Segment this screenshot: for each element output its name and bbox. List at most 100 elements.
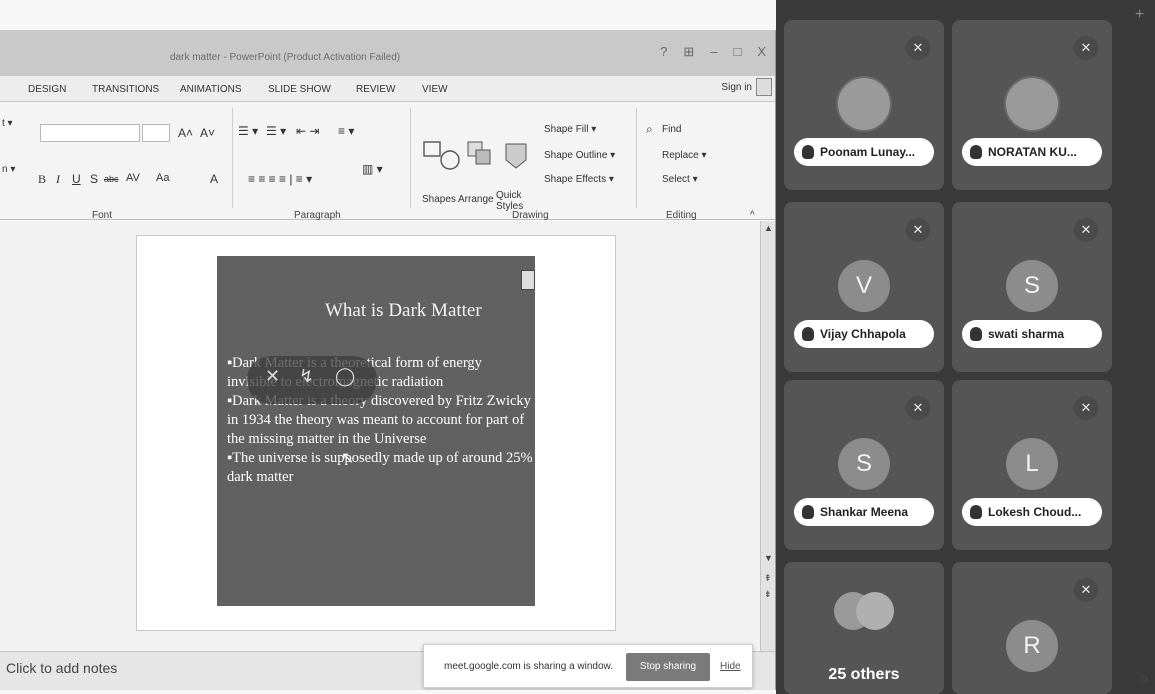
slide-title[interactable]: What is Dark Matter (325, 300, 482, 322)
slide-handle (521, 270, 535, 290)
person-icon (970, 505, 982, 519)
settings-icon[interactable]: ⚙ (1138, 672, 1149, 686)
find-icon: ⌕ (646, 122, 653, 136)
participant-tile[interactable]: ✕ V Vijay Chhapola (784, 202, 944, 372)
bold-button[interactable]: B (38, 172, 46, 187)
add-icon[interactable]: + (1135, 6, 1144, 24)
char-spacing-button[interactable]: AV (126, 172, 140, 184)
presenter-overlay[interactable]: ✕ ↯ ◯ (247, 356, 377, 404)
scroll-down-icon[interactable]: ▼ (764, 553, 773, 563)
tab-animations[interactable]: ANIMATIONS (180, 84, 241, 95)
participant-tile[interactable]: ✕ NORATAN KU... (952, 20, 1112, 190)
shadow-button[interactable]: S (90, 172, 98, 186)
help-icon[interactable]: ? (660, 44, 667, 60)
indent-icon[interactable]: ⇤ ⇥ (296, 124, 319, 138)
screen: dark matter - PowerPoint (Product Activa… (0, 0, 1155, 694)
name-chip: Shankar Meena (794, 498, 934, 526)
title-bar: dark matter - PowerPoint (Product Activa… (0, 30, 775, 76)
notes-placeholder[interactable]: Click to add notes (6, 660, 117, 676)
name-chip: Vijay Chhapola (794, 320, 934, 348)
shape-outline-button[interactable]: Shape Outline ▾ (544, 150, 615, 161)
tab-slide-show[interactable]: SLIDE SHOW (268, 84, 331, 95)
shape-fill-button[interactable]: Shape Fill ▾ (544, 124, 596, 135)
font-family-combo[interactable] (40, 124, 140, 142)
grow-font-icon[interactable]: A˄ (178, 126, 193, 140)
columns-icon[interactable]: ▥ ▾ (362, 162, 383, 176)
person-icon (970, 327, 982, 341)
avatar: R (1006, 620, 1058, 672)
stop-sharing-button[interactable]: Stop sharing (626, 653, 710, 681)
align-icons[interactable]: ≡ ≡ ≡ ≡ | ≡ ▾ (248, 172, 312, 186)
mic-off-icon: ✕ (906, 218, 930, 242)
shapes-gallery-icon[interactable] (420, 138, 468, 178)
tab-transitions[interactable]: TRANSITIONS (92, 84, 159, 95)
participant-tile[interactable]: ✕ R (952, 562, 1112, 694)
participant-name: Poonam Lunay... (820, 145, 916, 159)
minimize-icon[interactable]: – (710, 44, 717, 60)
participant-name: Vijay Chhapola (820, 327, 906, 341)
font-group-label: Font (92, 210, 113, 221)
close-icon[interactable]: X (757, 44, 766, 60)
participant-tile[interactable]: ✕ Poonam Lunay... (784, 20, 944, 190)
find-button[interactable]: Find (662, 124, 681, 135)
sign-in-link[interactable]: Sign in (721, 82, 752, 93)
tab-view[interactable]: VIEW (422, 84, 448, 95)
slide[interactable]: What is Dark Matter ▪Dark Matter is a th… (217, 256, 535, 606)
participant-tile[interactable]: ✕ L Lokesh Choud... (952, 380, 1112, 550)
powerpoint-window: dark matter - PowerPoint (Product Activa… (0, 30, 776, 690)
person-icon (970, 145, 982, 159)
participant-name: Lokesh Choud... (988, 505, 1082, 519)
italic-button[interactable]: I (56, 172, 60, 187)
ribbon-tabs: DESIGN TRANSITIONS ANIMATIONS SLIDE SHOW… (0, 76, 775, 102)
shapes-button[interactable]: Shapes (422, 194, 456, 205)
meet-participants-panel: ✕ Poonam Lunay... ✕ NORATAN KU... ✕ V Vi… (776, 0, 1155, 694)
arrange-icon[interactable] (462, 138, 502, 178)
avatar (1004, 76, 1060, 132)
font-color-button[interactable]: A (210, 172, 218, 186)
slide-canvas[interactable]: What is Dark Matter ▪Dark Matter is a th… (136, 235, 616, 631)
select-button[interactable]: Select ▾ (662, 174, 698, 185)
avatar: S (1006, 260, 1058, 312)
numbering-icon[interactable]: ☰ ▾ (266, 124, 286, 138)
vertical-scrollbar[interactable]: ▲ ▼ ⇞ ⇟ (760, 221, 775, 651)
window-title: dark matter - PowerPoint (Product Activa… (170, 52, 401, 63)
drawing-separator (636, 108, 637, 208)
more-icon[interactable]: ◯ (335, 366, 355, 387)
bullets-icon[interactable]: ☰ ▾ (238, 124, 258, 138)
hide-link[interactable]: Hide (720, 661, 741, 672)
maximize-icon[interactable]: □ (733, 44, 741, 60)
line-spacing-icon[interactable]: ≡ ▾ (338, 124, 354, 138)
shrink-font-icon[interactable]: A˅ (200, 126, 215, 140)
participant-tile[interactable]: ✕ S swati sharma (952, 202, 1112, 372)
collapse-ribbon-icon[interactable]: ^ (750, 210, 755, 221)
shape-effects-button[interactable]: Shape Effects ▾ (544, 174, 614, 185)
avatar: L (1006, 438, 1058, 490)
change-case-button[interactable]: Aa (156, 172, 169, 184)
prev-slide-icon[interactable]: ⇞ (764, 573, 772, 584)
name-chip: Poonam Lunay... (794, 138, 934, 166)
camera-icon[interactable]: ↯ (299, 366, 314, 387)
name-chip: swati sharma (962, 320, 1102, 348)
ribbon-display-icon[interactable]: ⊞ (683, 44, 694, 60)
mic-off-icon[interactable]: ✕ (265, 366, 280, 387)
underline-button[interactable]: U (72, 172, 81, 186)
arrange-button[interactable]: Arrange (458, 194, 494, 205)
sharing-message: meet.google.com is sharing a window. (444, 661, 613, 672)
scroll-up-icon[interactable]: ▲ (764, 223, 773, 233)
quick-styles-icon[interactable] (500, 138, 536, 178)
tab-review[interactable]: REVIEW (356, 84, 395, 95)
font-name-fragment[interactable]: t ▾ (2, 118, 13, 129)
participant-tile[interactable]: ✕ S Shankar Meena (784, 380, 944, 550)
tab-design[interactable]: DESIGN (28, 84, 66, 95)
window-controls: ? ⊞ – □ X (660, 44, 766, 60)
replace-button[interactable]: Replace ▾ (662, 150, 707, 161)
mic-off-icon: ✕ (1074, 218, 1098, 242)
layout-fragment[interactable]: n ▾ (2, 164, 15, 175)
account-icon[interactable] (756, 78, 772, 96)
others-count: 25 others (828, 666, 900, 683)
others-tile[interactable]: 25 others (784, 562, 944, 694)
font-size-combo[interactable] (142, 124, 170, 142)
next-slide-icon[interactable]: ⇟ (764, 589, 772, 600)
quick-styles-button[interactable]: Quick Styles (496, 190, 536, 212)
strikethrough-button[interactable]: abc (104, 174, 119, 184)
